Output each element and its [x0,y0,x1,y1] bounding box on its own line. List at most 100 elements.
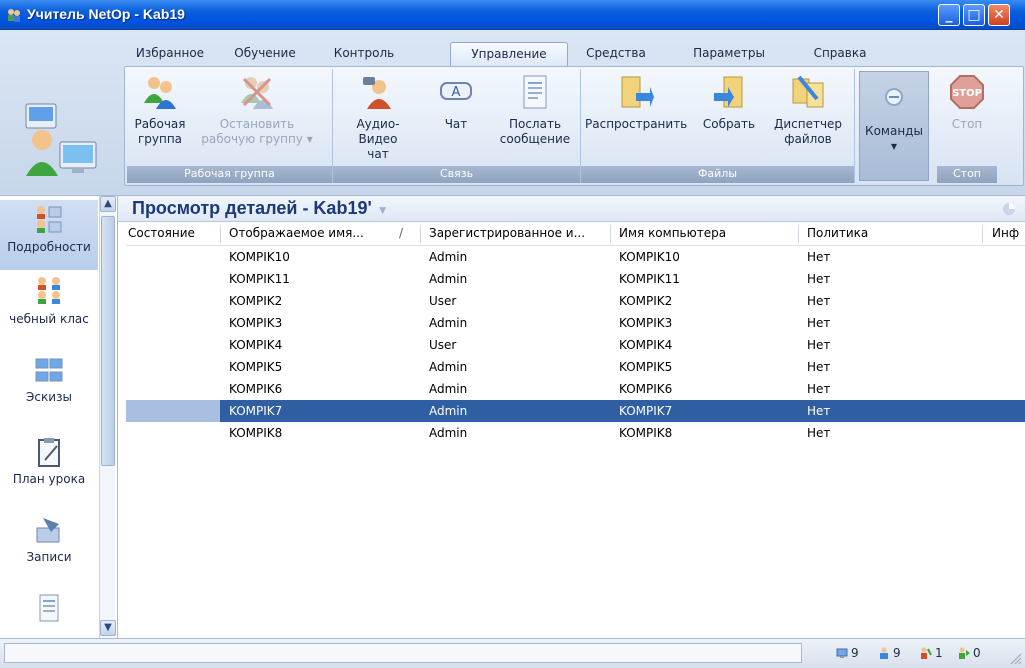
svg-text:A: A [452,85,461,100]
view-dropdown-icon[interactable]: ▼ [377,203,389,217]
column-header-info[interactable]: Инф [992,226,1019,240]
column-header-state[interactable]: Состояние [128,226,195,240]
view-title[interactable]: Просмотр деталей - Kab19' ▼ [132,198,389,219]
av-chat-icon [363,77,391,109]
send-message-button[interactable]: Послать сообщение [493,73,577,147]
app-menu-icon[interactable] [14,96,110,192]
maximize-button[interactable]: □ [963,4,985,26]
tab-help[interactable]: Справка [804,42,876,66]
cell-computer-name: KOMPIK4 [619,338,673,352]
stop-workgroup-label-2: рабочую группу ▾ [201,132,313,146]
tab-settings[interactable]: Параметры [684,42,774,66]
table-row[interactable]: KOMPIK4 User KOMPIK4 Нет [126,334,1025,356]
resize-grip-icon[interactable] [1008,651,1022,665]
table-row[interactable]: KOMPIK5 Admin KOMPIK5 Нет [126,356,1025,378]
classroom-icon [38,277,60,304]
table-row[interactable]: KOMPIK7 Admin KOMPIK7 Нет [126,400,1025,422]
nav-item-records[interactable]: Записи [0,514,98,584]
commands-button[interactable]: Команды ▾ [859,71,929,181]
table-row[interactable]: KOMPIK8 Admin KOMPIK8 Нет [126,422,1025,444]
nav-item-details[interactable]: Подробности [0,200,98,270]
av-chat-button[interactable]: Аудио-Видео чат [337,73,419,162]
nav-item-lesson-plan[interactable]: План урока [0,436,98,506]
nav-label-lesson-plan: План урока [12,472,86,486]
scroll-thumb[interactable] [101,216,115,466]
window-title: Учитель NetOp - Kab19 [27,6,185,22]
stop-workgroup-label-1: Остановить [219,117,295,131]
status-other: 0 [958,646,981,660]
table-row[interactable]: KOMPIK3 Admin KOMPIK3 Нет [126,312,1025,334]
tab-tools[interactable]: Средства [582,42,650,66]
cell-policy: Нет [807,426,831,440]
nav-item-classroom[interactable]: чебный клас [0,276,98,346]
cell-computer-name: KOMPIK8 [619,426,673,440]
send-message-icon [523,75,547,109]
status-total: 9 [836,646,859,660]
table-row[interactable]: KOMPIK11 Admin KOMPIK11 Нет [126,268,1025,290]
cell-state [126,422,220,444]
tab-control[interactable]: Контроль [324,42,404,66]
left-nav-pane: Подробности чебный клас Эскизы План урок… [0,196,118,638]
group-commands: Команды ▾ [855,69,935,183]
nav-item-thumbnails[interactable]: Эскизы [0,354,98,424]
scroll-up-icon[interactable]: ▲ [100,196,116,212]
tab-management[interactable]: Управление [450,42,568,66]
nav-item-more[interactable] [0,592,98,632]
tab-training[interactable]: Обучение [220,42,310,66]
student-icon [880,647,888,659]
collect-button[interactable]: Собрать [697,73,761,132]
cell-policy: Нет [807,272,831,286]
stop-sign-icon: STOP [950,75,984,109]
nav-scrollbar[interactable]: ▲ ▼ [99,196,116,638]
scroll-down-icon[interactable]: ▼ [100,620,116,636]
chat-button[interactable]: A Чат [433,73,479,132]
cell-state [126,268,220,290]
workgroup-label-1: Рабочая [134,117,186,131]
column-header-policy[interactable]: Политика [807,226,868,240]
distribute-label: Распространить [585,117,688,131]
table-row[interactable]: KOMPIK10 Admin KOMPIK10 Нет [126,246,1025,268]
minimize-button[interactable]: _ [938,4,960,26]
group-label-workgroup: Рабочая группа [127,166,332,183]
stop-label: Стоп [951,117,983,131]
sort-indicator-icon: / [399,226,404,240]
file-manager-button[interactable]: Диспетчер файлов [767,73,849,147]
cell-policy: Нет [807,250,831,264]
group-label-stop: Стоп [937,166,997,183]
send-message-label-2: сообщение [499,132,571,146]
group-communication: Аудио-Видео чат A Чат Послать сообщение … [333,69,581,183]
column-header-computer-name[interactable]: Имя компьютера [619,226,726,240]
commands-icon [885,88,903,106]
cell-computer-name: KOMPIK7 [619,404,673,418]
stop-workgroup-button[interactable]: Остановить рабочую группу ▾ [187,73,327,147]
cell-computer-name: KOMPIK11 [619,272,680,286]
pie-chart-icon[interactable] [1002,202,1016,216]
column-header-registered-name[interactable]: Зарегистрированное и... [429,226,585,240]
table-row[interactable]: KOMPIK2 User KOMPIK2 Нет [126,290,1025,312]
cell-registered-name: Admin [429,272,468,286]
cell-policy: Нет [807,338,831,352]
stop-button[interactable]: STOP Стоп [941,73,993,132]
cell-registered-name: User [429,294,457,308]
view-header: Просмотр деталей - Kab19' ▼ [118,196,1025,222]
workgroup-button[interactable]: Рабочая группа [131,73,189,147]
commands-label: Команды [865,124,923,138]
close-button[interactable]: ✕ [988,4,1010,26]
chat-label: Чат [444,117,468,131]
title-bar: Учитель NetOp - Kab19 _ □ ✕ [0,0,1025,30]
table-row[interactable]: KOMPIK6 Admin KOMPIK6 Нет [126,378,1025,400]
workgroup-icon [144,77,176,109]
cell-state [126,400,220,422]
cell-display-name: KOMPIK3 [229,316,283,330]
distribute-button[interactable]: Распространить [585,73,688,132]
lesson-plan-icon [38,438,60,467]
ribbon-area: Избранное Обучение Контроль Управление С… [0,30,1025,196]
tab-favorites[interactable]: Избранное [130,42,210,66]
group-label-files: Файлы [581,166,854,183]
cell-registered-name: Admin [429,360,468,374]
send-message-label-1: Послать [508,117,562,131]
status-students: 9 [878,646,901,660]
cell-computer-name: KOMPIK3 [619,316,673,330]
column-header-display-name[interactable]: Отображаемое имя... [229,226,364,240]
cell-state [126,246,220,268]
